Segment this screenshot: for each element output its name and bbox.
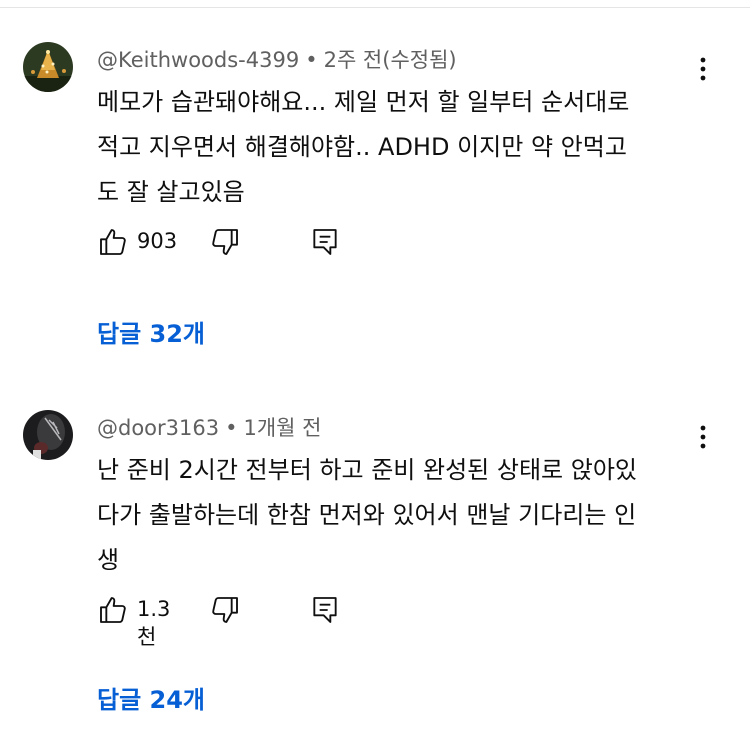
like-button[interactable] — [97, 226, 129, 258]
thumbs-down-icon — [212, 597, 238, 623]
top-divider — [0, 7, 750, 8]
reply-button[interactable] — [309, 594, 341, 626]
reply-button[interactable] — [309, 226, 341, 258]
reply-icon — [313, 597, 337, 623]
view-replies-link[interactable]: 답글 24개 — [97, 680, 205, 715]
comment-time[interactable]: 1개월 전 — [244, 416, 322, 440]
thumbs-down-icon — [212, 229, 238, 255]
dislike-button[interactable] — [209, 594, 241, 626]
dislike-button[interactable] — [209, 226, 241, 258]
comment-meta: @Keithwoods-4399 • 2주 전(수정됨) — [97, 44, 457, 74]
comment-time[interactable]: 2주 전(수정됨) — [324, 48, 457, 72]
avatar-image — [23, 42, 73, 92]
view-replies-link[interactable]: 답글 32개 — [97, 314, 205, 349]
separator-dot: • — [305, 48, 318, 72]
author-name[interactable]: @door3163 — [97, 416, 219, 440]
like-count: 903 — [137, 229, 178, 253]
thumbs-up-icon — [100, 597, 126, 623]
comment-text: 난 준비 2시간 전부터 하고 준비 완성된 상태로 앉아있 다가 출발하는데 … — [97, 456, 637, 574]
separator-dot: • — [225, 416, 238, 440]
like-count: 1.3천 — [137, 597, 171, 649]
author-name[interactable]: @Keithwoods-4399 — [97, 48, 299, 72]
comment-text: 메모가 습관돼야해요... 제일 먼저 할 일부터 순서대로 적고 지우면서 해… — [97, 88, 630, 206]
avatar[interactable] — [23, 410, 73, 460]
like-button[interactable] — [97, 594, 129, 626]
reply-icon — [313, 229, 337, 255]
avatar-image — [23, 410, 73, 460]
avatar[interactable] — [23, 42, 73, 92]
comment-meta: @door3163 • 1개월 전 — [97, 412, 322, 442]
thumbs-up-icon — [100, 229, 126, 255]
